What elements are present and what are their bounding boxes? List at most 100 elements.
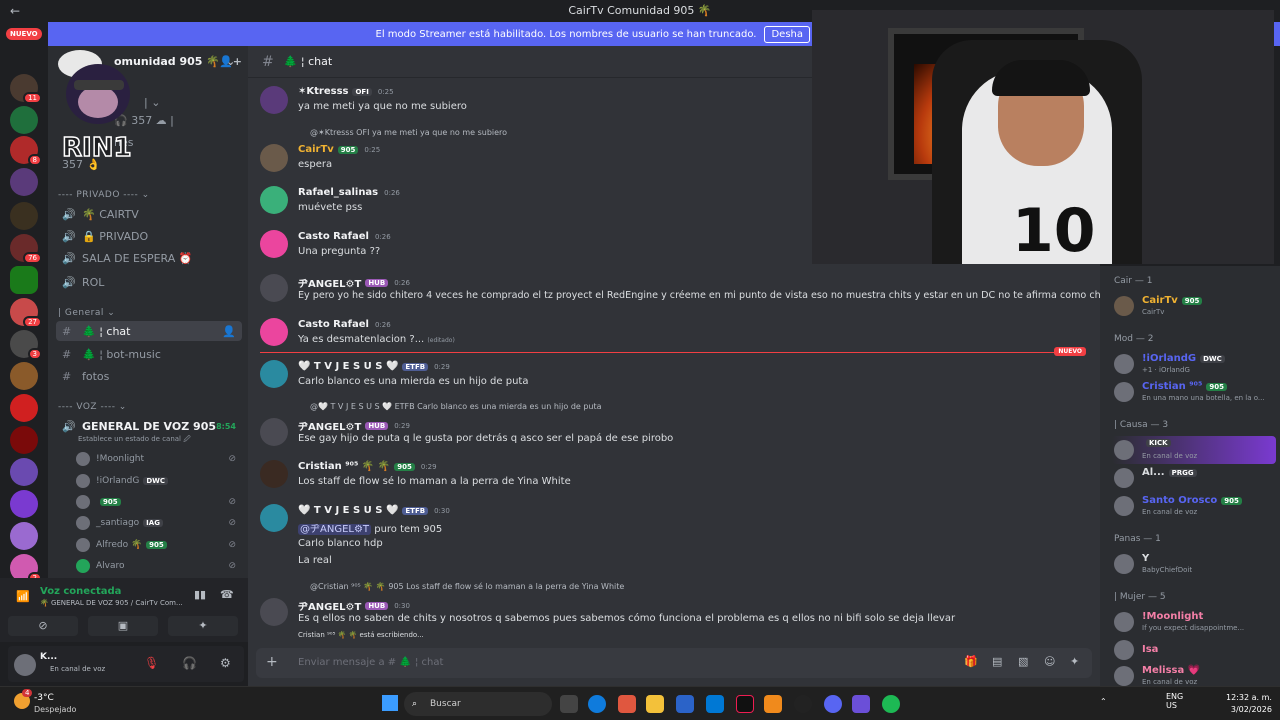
tiktok-icon[interactable] bbox=[736, 695, 754, 713]
message-input[interactable]: Enviar mensaje a # 🌲 ¦ chat bbox=[298, 657, 443, 668]
message-author[interactable]: ヂANGEL⚙T bbox=[298, 275, 361, 290]
emoji-icon[interactable]: ☺ bbox=[1044, 655, 1055, 668]
member-item[interactable]: !Moonlight If you expect disappointme... bbox=[1112, 608, 1276, 636]
weather-temp[interactable]: -3°C bbox=[34, 693, 54, 703]
headphones-icon[interactable]: 🎧 bbox=[182, 656, 197, 670]
channel-privado[interactable]: 🔊 🔒 PRIVADO bbox=[56, 226, 242, 246]
mute-mic-icon[interactable]: 🎙 bbox=[144, 656, 159, 670]
file-explorer-icon[interactable] bbox=[646, 695, 664, 713]
obs-icon[interactable] bbox=[794, 695, 812, 713]
message-author[interactable]: ヂANGEL⚙T bbox=[298, 418, 361, 433]
server-icon[interactable] bbox=[10, 490, 38, 518]
disconnect-icon[interactable]: ☎ bbox=[220, 588, 234, 601]
voice-user[interactable]: 905 ⊘ bbox=[76, 492, 242, 512]
avatar[interactable] bbox=[260, 318, 288, 346]
server-icon[interactable] bbox=[10, 394, 38, 422]
language-indicator[interactable]: ENG US bbox=[1166, 692, 1183, 710]
edge-icon[interactable] bbox=[588, 695, 606, 713]
reply-preview[interactable]: @Cristian ⁹⁰⁵ 🌴 🌴 905 Los staff de flow … bbox=[310, 582, 624, 591]
member-item[interactable]: Al... PRGG bbox=[1112, 464, 1276, 492]
category-general[interactable]: | General ⌄ bbox=[58, 308, 115, 318]
store-icon[interactable] bbox=[676, 695, 694, 713]
reply-preview[interactable]: @🤍 T V J E S U S 🤍 ETFB Carlo blanco es … bbox=[310, 402, 602, 411]
message-author[interactable]: ヂANGEL⚙T bbox=[298, 598, 361, 613]
channel-fotos[interactable]: # fotos bbox=[56, 366, 242, 386]
server-icon[interactable] bbox=[10, 266, 38, 294]
gift-icon[interactable]: 🎁 bbox=[964, 655, 978, 668]
windows-start-icon[interactable] bbox=[382, 695, 398, 711]
noise-suppression-icon[interactable]: ▮▮ bbox=[194, 588, 206, 601]
voice-user[interactable]: !Moonlight ⊘ bbox=[76, 449, 242, 469]
add-member-icon[interactable]: 👤 bbox=[222, 325, 236, 338]
avatar[interactable] bbox=[260, 360, 288, 388]
copilot-icon[interactable] bbox=[618, 695, 636, 713]
reply-preview[interactable]: @✶Ktresss OFI ya me meti ya que no me su… bbox=[310, 128, 507, 137]
server-icon[interactable] bbox=[10, 106, 38, 134]
avatar[interactable] bbox=[260, 504, 288, 532]
server-icon[interactable] bbox=[10, 362, 38, 390]
avatar[interactable] bbox=[260, 598, 288, 626]
voice-connected-channel[interactable]: 🌴 GENERAL DE VOZ 905 / CairTv Com... bbox=[40, 599, 183, 607]
member-item[interactable]: Y BabyChiefDoit bbox=[1112, 550, 1276, 578]
settings-gear-icon[interactable]: ⚙ bbox=[220, 656, 231, 670]
message-author[interactable]: 🤍 T V J E S U S 🤍 bbox=[298, 361, 398, 372]
member-item[interactable]: CairTv 905 CairTv bbox=[1112, 292, 1276, 320]
taskbar-clock[interactable]: 12:32 a. m. 3/02/2026 bbox=[1226, 692, 1272, 716]
message-author[interactable]: ✶Ktresss bbox=[298, 86, 348, 97]
attach-plus-icon[interactable]: + bbox=[266, 654, 278, 670]
avatar[interactable] bbox=[260, 460, 288, 488]
message-author[interactable]: CairTv bbox=[298, 144, 334, 155]
user-mention[interactable]: @ヂANGEL⚙T bbox=[298, 524, 372, 535]
taskbar-search[interactable]: ⌕ Buscar bbox=[404, 692, 552, 716]
member-item[interactable]: Santo Orosco 905 En canal de voz bbox=[1112, 492, 1276, 520]
message-author[interactable]: Rafael_salinas bbox=[298, 187, 378, 198]
task-view-icon[interactable] bbox=[560, 695, 578, 713]
voice-user[interactable]: !iOrlandG DWC bbox=[76, 471, 242, 491]
server-icon[interactable]: 11 bbox=[10, 74, 42, 104]
sticker-icon[interactable]: ▧ bbox=[1018, 655, 1028, 668]
channel-chat[interactable]: # 🌲 ¦ chat 👤 bbox=[56, 321, 242, 341]
voice-user[interactable]: Alfredo 🌴 905 ⊘ bbox=[76, 535, 242, 555]
discord-icon[interactable] bbox=[824, 695, 842, 713]
app-icon[interactable] bbox=[852, 695, 870, 713]
server-icon[interactable]: 27 bbox=[10, 298, 42, 328]
tray-chevron-icon[interactable]: ⌃ bbox=[1100, 697, 1107, 706]
server-icon[interactable]: 76 bbox=[10, 234, 42, 264]
avatar[interactable] bbox=[260, 230, 288, 258]
member-item[interactable]: !iOrlandG DWC +1 · iOrlandG bbox=[1112, 350, 1276, 378]
sidebar-item[interactable]: | ⌄ bbox=[138, 92, 198, 112]
apps-icon[interactable]: ✦ bbox=[1070, 655, 1079, 668]
camera-button[interactable]: ⊘ bbox=[8, 616, 78, 636]
server-icon[interactable] bbox=[10, 426, 38, 454]
invite-icon[interactable]: 👤+ bbox=[219, 55, 242, 68]
message-author[interactable]: Cristian ⁹⁰⁵ 🌴 🌴 bbox=[298, 461, 390, 472]
avatar[interactable] bbox=[260, 274, 288, 302]
app-icon[interactable] bbox=[764, 695, 782, 713]
gif-icon[interactable]: ▤ bbox=[992, 655, 1002, 668]
category-privado[interactable]: ---- PRIVADO ---- ⌄ bbox=[58, 190, 150, 200]
message-author[interactable]: 🤍 T V J E S U S 🤍 bbox=[298, 505, 398, 516]
signal-icon[interactable]: 📶 bbox=[16, 590, 30, 603]
member-item[interactable]: Isa bbox=[1112, 636, 1276, 664]
voice-status-prompt[interactable]: Establece un estado de canal 🖉 bbox=[78, 435, 191, 446]
voice-channel-general[interactable]: 🔊 GENERAL DE VOZ 905 8:54 bbox=[56, 416, 242, 436]
avatar[interactable] bbox=[14, 654, 36, 676]
server-icon[interactable] bbox=[10, 202, 38, 230]
member-item[interactable]: KICK En canal de voz bbox=[1112, 436, 1276, 464]
outlook-icon[interactable] bbox=[706, 695, 724, 713]
server-icon[interactable]: 8 bbox=[10, 136, 42, 166]
message-composer[interactable]: + Enviar mensaje a # 🌲 ¦ chat 🎁 ▤ ▧ ☺ ✦ bbox=[256, 648, 1092, 678]
server-icon[interactable] bbox=[10, 168, 38, 196]
avatar[interactable] bbox=[260, 144, 288, 172]
disable-streamer-button[interactable]: Desha bbox=[764, 25, 810, 43]
channel-bot-music[interactable]: # 🌲 ¦ bot-music bbox=[56, 344, 242, 364]
avatar[interactable] bbox=[260, 186, 288, 214]
voice-user[interactable]: _santiago IAG ⊘ bbox=[76, 513, 242, 533]
avatar[interactable] bbox=[260, 418, 288, 446]
spotify-icon[interactable] bbox=[882, 695, 900, 713]
screen-share-button[interactable]: ▣ bbox=[88, 616, 158, 636]
activities-button[interactable]: ✦ bbox=[168, 616, 238, 636]
message-author[interactable]: Casto Rafael bbox=[298, 231, 369, 242]
server-icon[interactable]: 3 bbox=[10, 330, 42, 360]
server-icon[interactable] bbox=[10, 522, 38, 550]
